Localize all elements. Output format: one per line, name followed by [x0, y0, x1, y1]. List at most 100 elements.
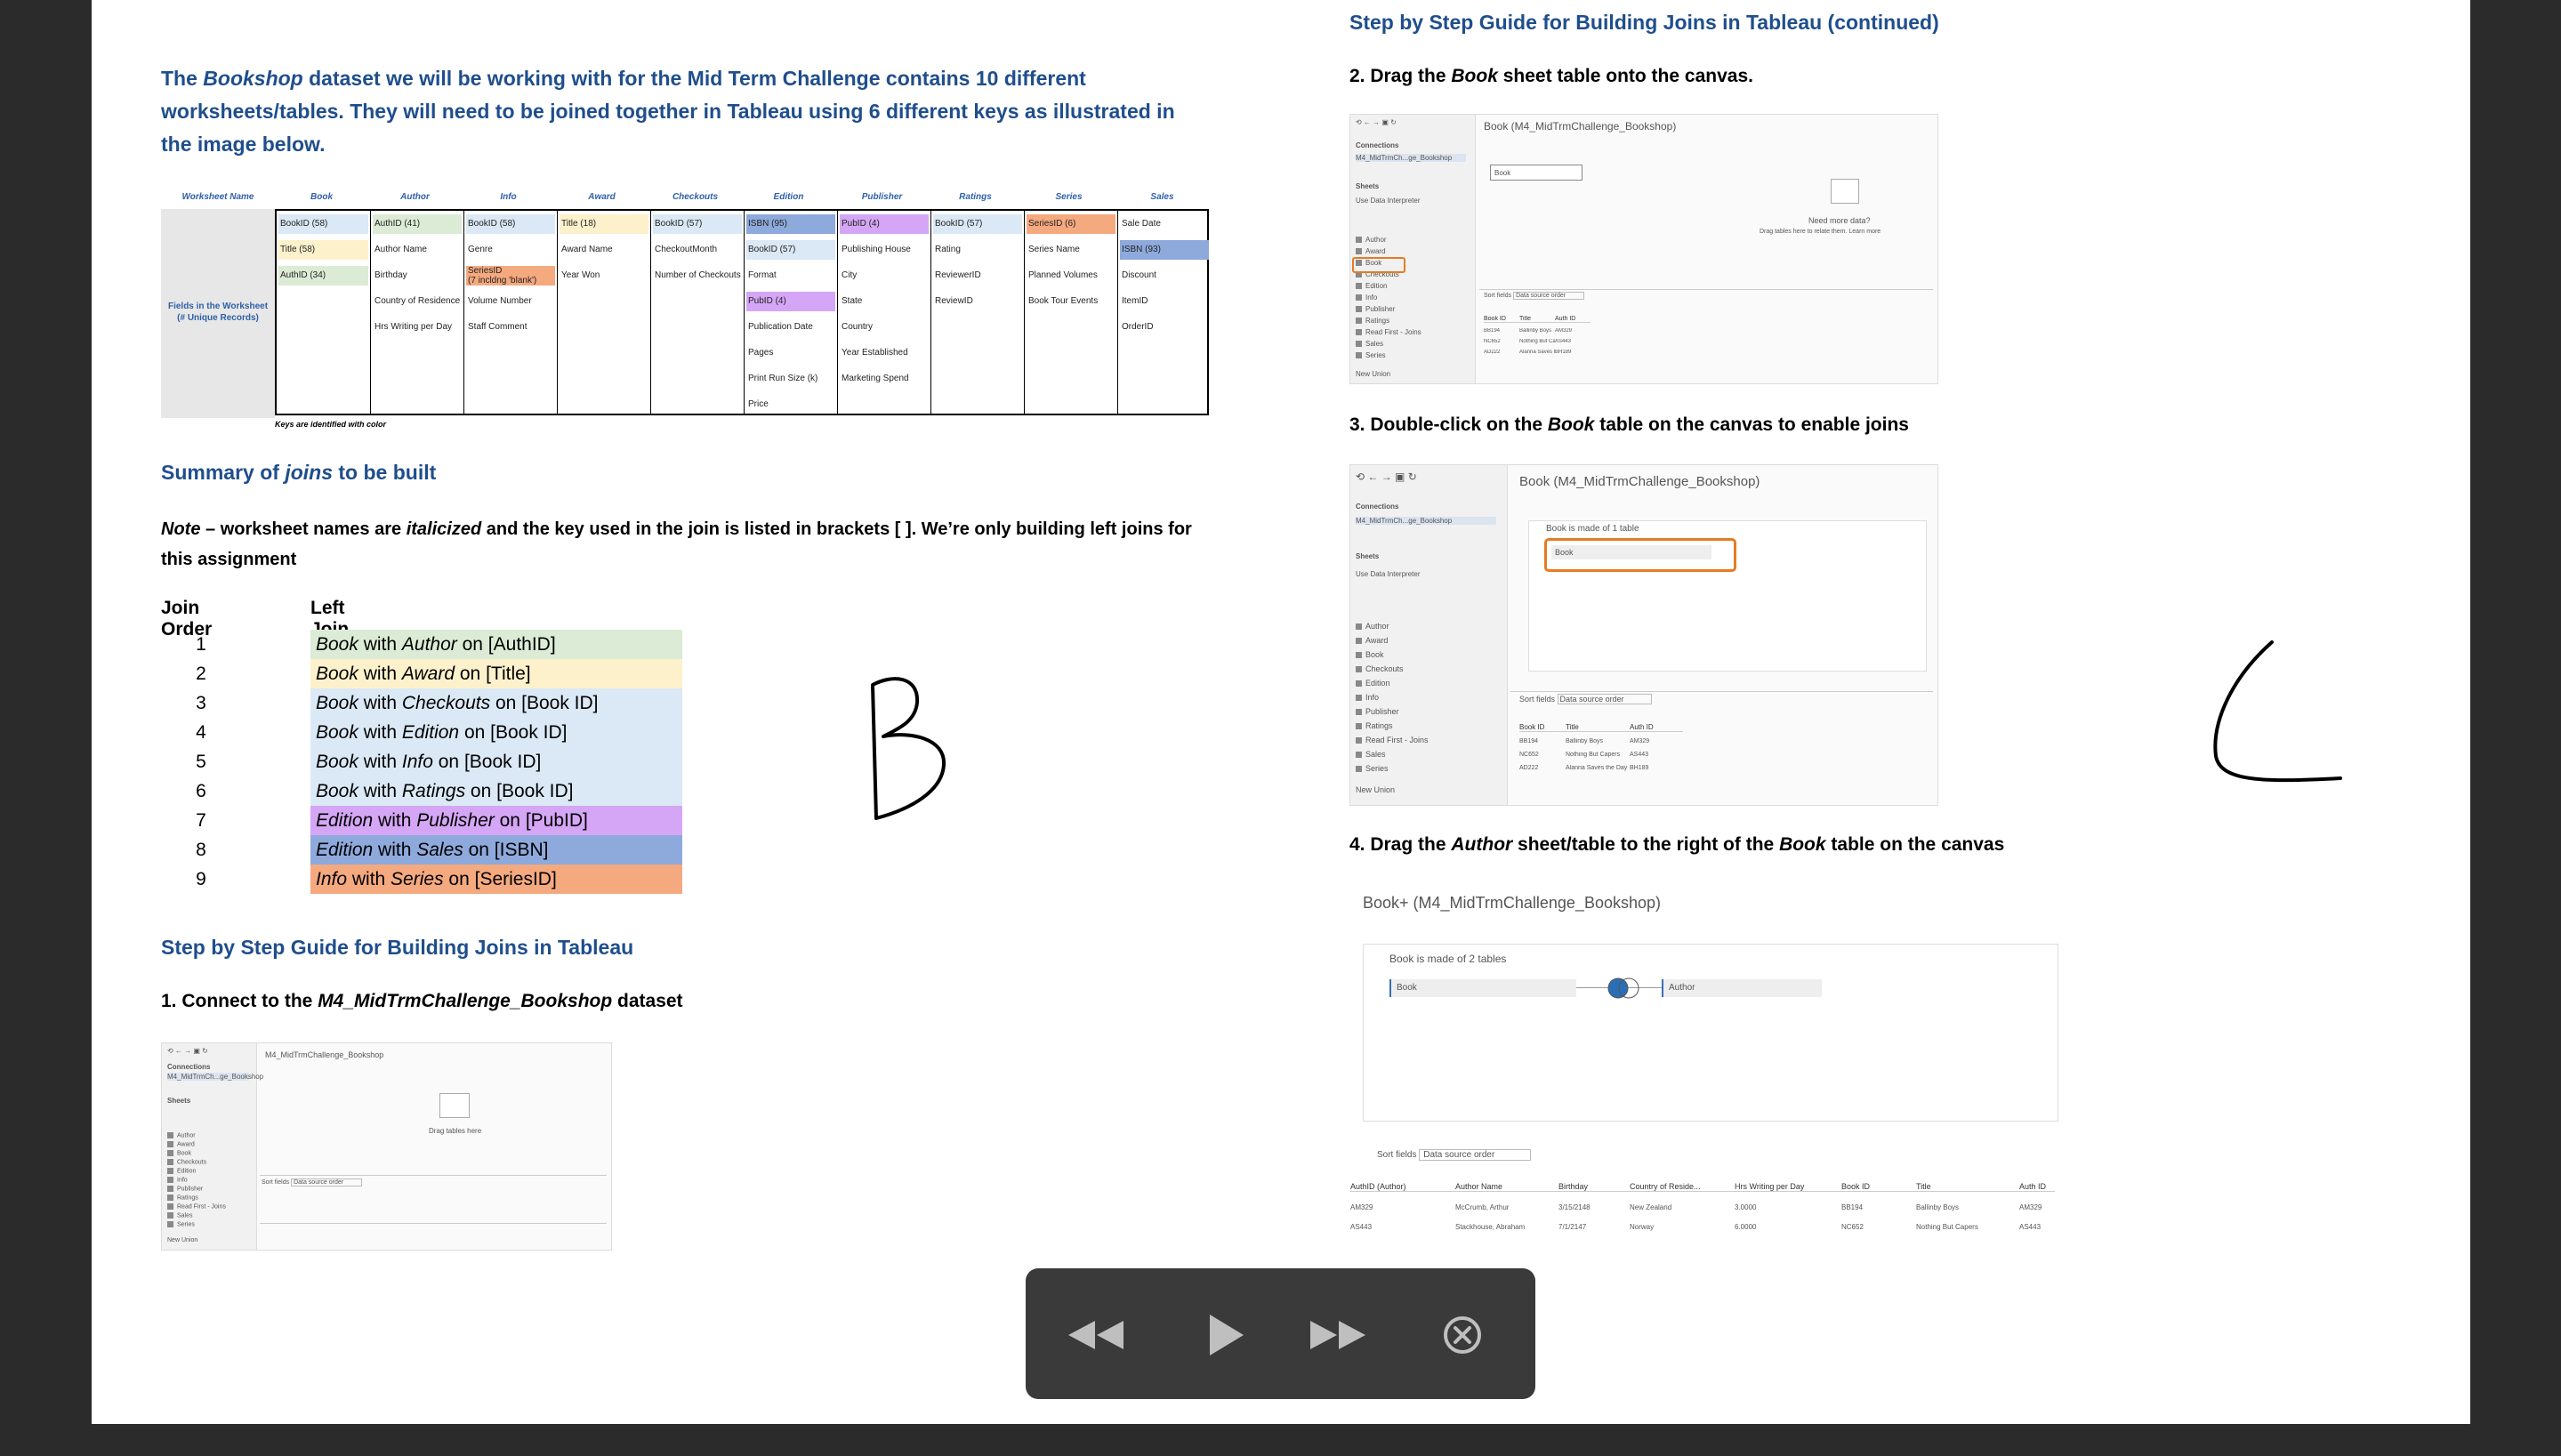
sheet-item-author[interactable]: Author — [1356, 236, 1387, 244]
sheet-icon — [167, 1150, 173, 1156]
close-icon — [1444, 1316, 1481, 1354]
fields-label-line1: Fields in the Worksheet — [167, 302, 269, 311]
sort-fields-select[interactable]: Data source order — [1419, 1149, 1532, 1161]
sheet-item-read-first-joins[interactable]: Read First - Joins — [1356, 328, 1421, 336]
book-table-pill[interactable]: Book — [1551, 545, 1711, 559]
sheet-item-series[interactable]: Series — [1356, 764, 1389, 773]
sheet-item-label: Award — [1365, 636, 1389, 645]
sheet-item-award[interactable]: Award — [167, 1141, 195, 1147]
sheet-item-author[interactable]: Author — [1356, 622, 1389, 631]
sheet-item-label: Series — [1365, 764, 1389, 773]
sheet-item-label: Author — [1365, 622, 1389, 631]
close-button[interactable] — [1431, 1304, 1494, 1366]
step-4: 4. Drag the Author sheet/table to the ri… — [1349, 834, 2004, 856]
sheet-item-book[interactable]: Book — [1356, 650, 1384, 659]
grid-cell: NC652 — [1841, 1223, 1864, 1231]
connection-item[interactable]: M4_MidTrmCh...ge_Bookshop — [167, 1073, 263, 1081]
worksheet-header-publisher: Publisher — [861, 192, 903, 202]
connection-item[interactable]: M4_MidTrmCh...ge_Bookshop — [1356, 154, 1466, 162]
join-order-number: 8 — [196, 840, 206, 860]
book-table-pill[interactable]: Book — [1490, 165, 1583, 181]
sheet-item-checkouts[interactable]: Checkouts — [167, 1159, 206, 1165]
step-2-post: sheet table onto the canvas. — [1497, 66, 1753, 86]
sheet-item-info[interactable]: Info — [167, 1177, 188, 1183]
new-union-link[interactable]: New Union — [1356, 370, 1390, 378]
join-order-number: 6 — [196, 781, 206, 801]
sheet-item-author[interactable]: Author — [167, 1132, 196, 1138]
sheet-icon — [1356, 248, 1362, 255]
join-left-table: Book — [316, 722, 358, 743]
worksheet-cell: ReviewerID — [935, 270, 981, 280]
grid-column-header: Birthday — [1558, 1182, 1630, 1192]
worksheet-cell: Number of Checkouts — [655, 270, 741, 280]
sort-fields-select[interactable]: Data source order — [291, 1178, 363, 1187]
sheet-item-sales[interactable]: Sales — [1356, 340, 1383, 348]
grid-cell: McCrumb, Arthur — [1455, 1203, 1510, 1211]
sheet-item-book[interactable]: Book — [167, 1150, 191, 1156]
book-table-pill[interactable]: Book — [1389, 979, 1576, 997]
sheet-item-publisher[interactable]: Publisher — [167, 1186, 203, 1192]
worksheet-cell: Title (18) — [560, 214, 648, 234]
sheet-item-award[interactable]: Award — [1356, 636, 1388, 645]
join-key: on [Book ID] — [490, 693, 599, 713]
connection-item[interactable]: M4_MidTrmCh...ge_Bookshop — [1356, 517, 1496, 525]
step-3-post: table on the canvas to enable joins — [1594, 414, 1909, 435]
sheet-item-label: Edition — [1365, 679, 1390, 688]
sheet-item-label: Edition — [177, 1168, 197, 1175]
worksheet-cell: Publication Date — [748, 322, 813, 332]
worksheet-cell: Discount — [1122, 270, 1156, 280]
new-union-link[interactable]: New Union — [167, 1237, 197, 1243]
sheet-item-publisher[interactable]: Publisher — [1356, 707, 1399, 716]
grid-column-header: Book ID — [1519, 723, 1566, 732]
join-description: Edition with Publisher on [PubID] — [310, 806, 682, 835]
sheet-item-ratings[interactable]: Ratings — [1356, 317, 1389, 325]
sheet-item-sales[interactable]: Sales — [1356, 750, 1386, 759]
use-interpreter-checkbox[interactable]: Use Data Interpreter — [1356, 197, 1420, 205]
worksheet-cell: BookID (57) — [746, 240, 835, 260]
sheet-icon — [167, 1186, 173, 1192]
sort-fields-bar: Sort fields Data source order — [1350, 1149, 1532, 1161]
worksheet-cell: Publishing House — [842, 245, 911, 254]
sort-fields-select[interactable]: Data source order — [1557, 694, 1652, 704]
play-button[interactable] — [1195, 1304, 1257, 1366]
new-union-link[interactable]: New Union — [1356, 785, 1395, 794]
sheet-icon — [1356, 709, 1362, 716]
grid-column-header: Country of Reside... — [1630, 1182, 1735, 1192]
join-order-number: 5 — [196, 752, 206, 772]
sheet-item-read-first-joins[interactable]: Read First - Joins — [167, 1203, 226, 1210]
grid-cell: NC652 — [1484, 339, 1501, 344]
tableau-sidebar: ⟲ ← → ▣ ↻ Connections M4_MidTrmCh...ge_B… — [1350, 115, 1476, 383]
sort-fields-select[interactable]: Data source order — [1513, 292, 1585, 300]
sheet-item-publisher[interactable]: Publisher — [1356, 305, 1395, 313]
sheet-item-label: Author — [177, 1132, 196, 1139]
left-join-icon[interactable] — [1606, 976, 1641, 1001]
table-placeholder-icon — [1831, 179, 1859, 204]
rewind-button[interactable] — [1065, 1304, 1127, 1366]
fast-forward-button[interactable] — [1307, 1304, 1369, 1366]
sheet-item-ratings[interactable]: Ratings — [167, 1195, 198, 1201]
sheet-item-series[interactable]: Series — [1356, 351, 1386, 359]
use-interpreter-checkbox[interactable]: Use Data Interpreter — [1356, 570, 1420, 578]
need-more-data-label: Need more data? — [1808, 216, 1871, 225]
grid-cell: AS443 — [2019, 1223, 2042, 1231]
sheet-item-edition[interactable]: Edition — [1356, 282, 1387, 290]
sheet-item-sales[interactable]: Sales — [167, 1212, 193, 1219]
sheet-item-edition[interactable]: Edition — [167, 1168, 196, 1174]
intro-dataset-name: Bookshop — [203, 67, 303, 90]
sheet-item-read-first-joins[interactable]: Read First - Joins — [1356, 736, 1429, 744]
join-description: Book with Edition on [Book ID] — [310, 718, 682, 747]
sheet-item-edition[interactable]: Edition — [1356, 679, 1390, 688]
sheet-item-info[interactable]: Info — [1356, 294, 1377, 302]
author-table-pill[interactable]: Author — [1662, 979, 1822, 997]
sheet-item-checkouts[interactable]: Checkouts — [1356, 664, 1404, 673]
sheets-label: Sheets — [167, 1097, 191, 1105]
rewind-icon — [1068, 1321, 1123, 1349]
sheet-item-series[interactable]: Series — [167, 1221, 195, 1227]
join-canvas[interactable] — [1363, 944, 2058, 1122]
sheet-item-info[interactable]: Info — [1356, 693, 1379, 702]
sheet-item-award[interactable]: Award — [1356, 247, 1386, 255]
join-row: 7 Edition with Publisher on [PubID] — [161, 806, 686, 835]
sheet-item-ratings[interactable]: Ratings — [1356, 721, 1393, 730]
join-key: on [Book ID] — [465, 781, 574, 801]
sheet-item-label: Checkouts — [1365, 664, 1404, 673]
